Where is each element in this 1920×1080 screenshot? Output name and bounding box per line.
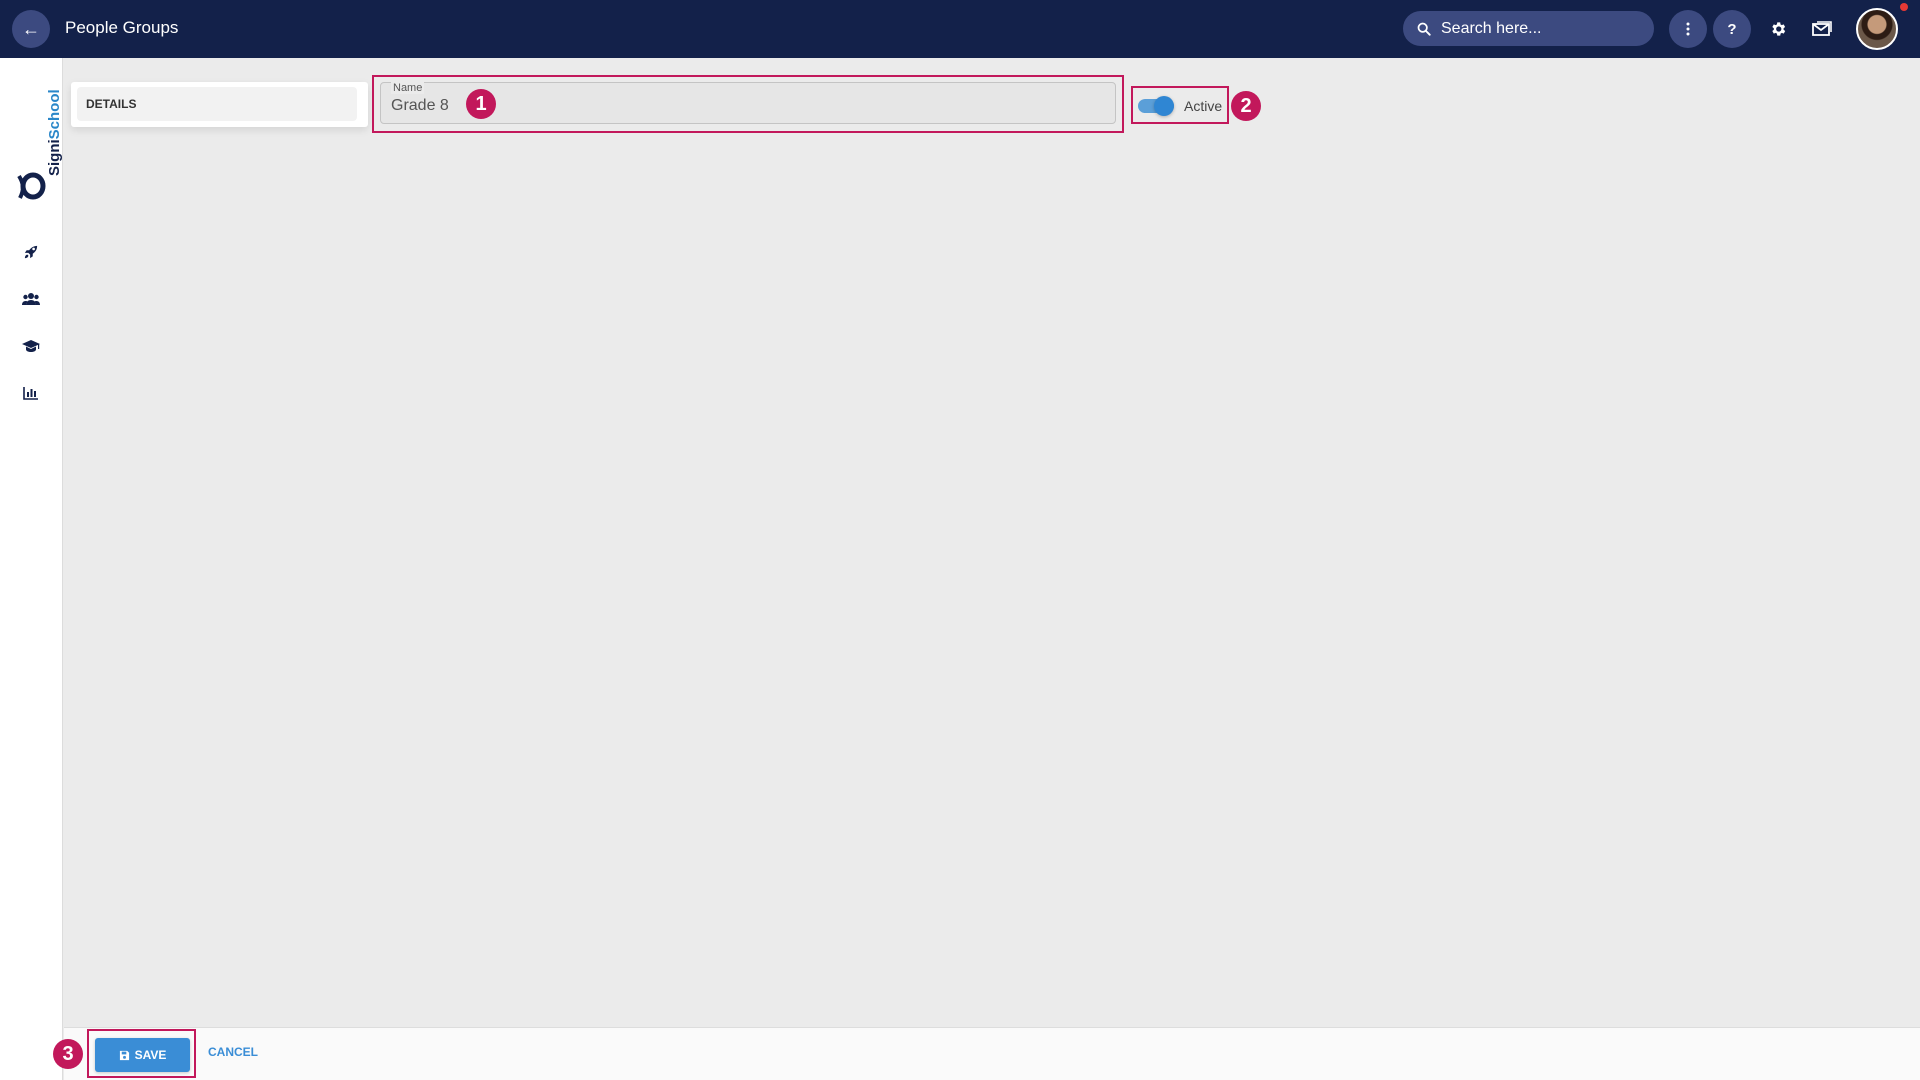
back-button[interactable]: ← bbox=[12, 10, 50, 48]
sidebar-item-launch[interactable] bbox=[20, 241, 42, 263]
annotation-badge-1: 1 bbox=[466, 89, 496, 119]
avatar[interactable] bbox=[1856, 8, 1898, 50]
more-options-button[interactable] bbox=[1669, 10, 1707, 48]
sidebar-item-education[interactable] bbox=[20, 335, 42, 357]
save-button[interactable]: SAVE bbox=[95, 1038, 190, 1072]
page-title: People Groups bbox=[65, 18, 179, 37]
top-bar: ← People Groups ? bbox=[0, 0, 1920, 58]
rocket-icon bbox=[24, 245, 38, 259]
footer-bar bbox=[64, 1027, 1920, 1080]
save-label: SAVE bbox=[134, 1048, 167, 1062]
help-icon: ? bbox=[1727, 20, 1737, 38]
help-button[interactable]: ? bbox=[1713, 10, 1751, 48]
more-vertical-icon bbox=[1686, 22, 1690, 36]
search-bar[interactable] bbox=[1403, 11, 1654, 46]
people-icon bbox=[22, 293, 40, 305]
logo-mark-icon bbox=[17, 172, 46, 200]
annotation-badge-3: 3 bbox=[53, 1039, 83, 1069]
settings-button[interactable] bbox=[1763, 14, 1793, 44]
bar-chart-icon bbox=[23, 387, 38, 400]
search-icon bbox=[1417, 22, 1431, 36]
cancel-button[interactable]: CANCEL bbox=[208, 1045, 258, 1059]
annotation-box-2 bbox=[1131, 86, 1229, 124]
save-icon bbox=[119, 1050, 129, 1060]
details-nav-card: DETAILS bbox=[71, 82, 368, 127]
graduation-cap-icon bbox=[22, 340, 40, 352]
mail-icon bbox=[1812, 21, 1832, 36]
sidebar-item-reports[interactable] bbox=[20, 382, 42, 404]
notification-dot bbox=[1900, 3, 1908, 11]
tab-details[interactable]: DETAILS bbox=[77, 87, 357, 121]
sidebar-item-people[interactable] bbox=[20, 288, 42, 310]
gear-icon bbox=[1772, 22, 1786, 36]
signischool-logo: SigniSchool bbox=[14, 88, 63, 200]
search-input[interactable] bbox=[1441, 19, 1641, 38]
messages-button[interactable] bbox=[1807, 14, 1837, 44]
sidebar: SigniSchool bbox=[0, 58, 63, 1080]
annotation-badge-2: 2 bbox=[1231, 91, 1261, 121]
logo-text: SigniSchool bbox=[46, 89, 63, 176]
arrow-left-icon: ← bbox=[22, 18, 40, 39]
